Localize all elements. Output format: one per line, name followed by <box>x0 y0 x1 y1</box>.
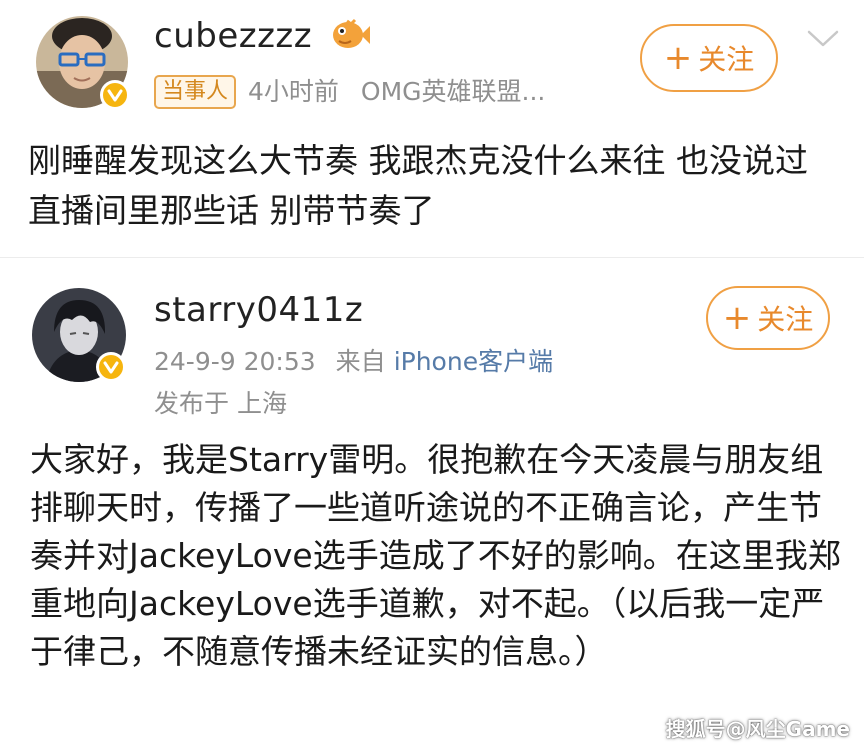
post-body: 刚睡醒发现这么大节奏 我跟杰克没什么来往 也没说过直播间里那些话 别带节奏了 <box>28 141 808 230</box>
verified-badge-icon <box>100 80 130 110</box>
username-text[interactable]: cubezzzz <box>154 16 312 56</box>
post-location: 发布于 上海 <box>154 389 287 418</box>
chevron-down-icon[interactable] <box>806 26 840 50</box>
follow-button[interactable]: + 关注 <box>640 24 778 92</box>
plus-icon: + <box>663 38 693 78</box>
fish-emoji-icon <box>331 17 371 60</box>
follow-label: 关注 <box>757 303 814 336</box>
post-body: 大家好，我是Starry雷明。很抱歉在今天凌晨与朋友组排聊天时，传播了一些道听途… <box>30 440 841 671</box>
avatar-cubezzzz[interactable] <box>36 16 130 110</box>
post-time: 24-9-9 20:53 <box>154 347 316 376</box>
follow-label: 关注 <box>698 43 755 76</box>
post-time: 4小时前 <box>248 77 339 106</box>
verified-badge-icon <box>96 352 126 382</box>
watermark: 搜狐号@风尘Game <box>665 717 850 741</box>
avatar-starry0411z[interactable] <box>32 288 126 382</box>
post-meta: 24-9-9 20:53 来自 iPhone客户端 <box>154 342 553 378</box>
username[interactable]: starry0411z <box>154 290 363 330</box>
plus-icon: + <box>722 298 752 338</box>
post-starry0411z: starry0411z 24-9-9 20:53 来自 iPhone客户端 发布于 … <box>0 258 864 752</box>
role-badge: 当事人 <box>154 75 237 109</box>
username[interactable]: cubezzzz <box>154 16 371 60</box>
post-cubezzzz: cubezzzz 当事人 4小时前 OMG英雄联盟... + 关注 刚睡醒发现这么大… <box>0 0 864 258</box>
follow-button[interactable]: + 关注 <box>706 286 830 350</box>
post-meta: 当事人 4小时前 OMG英雄联盟... <box>154 72 545 109</box>
post-source[interactable]: iPhone客户端 <box>394 347 553 376</box>
post-source[interactable]: OMG英雄联盟... <box>361 77 545 106</box>
source-prefix: 来自 <box>335 347 386 376</box>
